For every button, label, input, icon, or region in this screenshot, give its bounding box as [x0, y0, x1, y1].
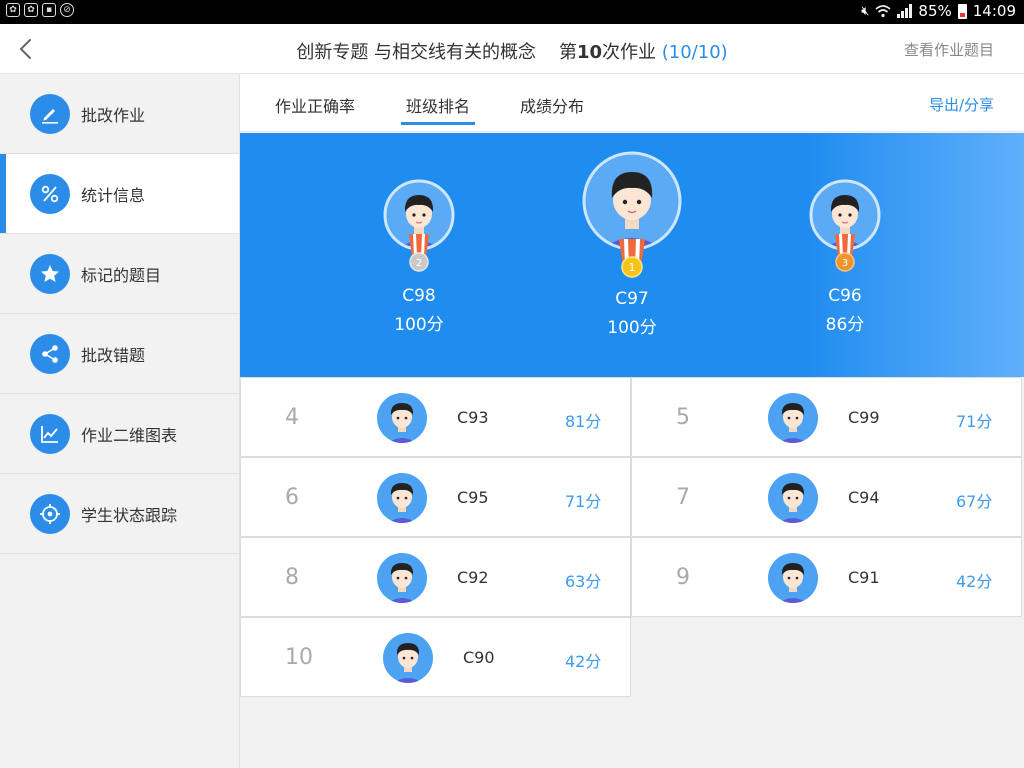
avatar — [377, 553, 427, 607]
ranking-row[interactable]: 4 C93 81分 — [240, 377, 631, 457]
tab-score-distribution[interactable]: 成绩分布 — [520, 93, 584, 117]
line-chart-icon — [30, 413, 70, 454]
podium-first-name: C97 — [615, 289, 649, 309]
battery-percent: 85% — [918, 2, 952, 20]
sidebar-item-label: 作业二维图表 — [81, 425, 178, 445]
student-score: 67分 — [956, 492, 993, 511]
rank-number: 7 — [676, 485, 690, 510]
ranking-row[interactable]: 10 C90 42分 — [240, 617, 631, 697]
page-title: 创新专题 与相交线有关的概念 第10次作业 (10/10) — [0, 38, 1024, 64]
active-tab-indicator — [401, 122, 475, 125]
rank-number: 10 — [285, 645, 313, 670]
battery-icon — [957, 3, 967, 19]
app-header: 创新专题 与相交线有关的概念 第10次作业 (10/10) 查看作业题目 — [0, 24, 1024, 74]
student-name: C99 — [848, 408, 880, 427]
sidebar-item-student-tracking[interactable]: 学生状态跟踪 — [0, 474, 239, 554]
share-icon — [30, 333, 70, 374]
top-three-podium: 2 C98 100分 1 C97 100分 3 C96 86分 — [240, 133, 1024, 377]
title-topic: 创新专题 与相交线有关的概念 — [296, 42, 537, 63]
pencil-icon — [30, 93, 70, 134]
sidebar: 批改作业 统计信息 标记的题目 批改错题 作业二维图表 学生状态跟踪 — [0, 74, 240, 768]
student-name: C92 — [457, 568, 489, 587]
mute-icon: 🔇︎ — [861, 3, 870, 19]
tab-accuracy[interactable]: 作业正确率 — [275, 93, 355, 117]
avatar: 3 — [808, 178, 882, 274]
avatar: 2 — [382, 178, 456, 274]
svg-text:1: 1 — [629, 261, 636, 274]
ranking-row[interactable]: 8 C92 63分 — [240, 537, 631, 617]
student-score: 71分 — [565, 492, 602, 511]
avatar — [768, 553, 818, 607]
view-questions-button[interactable]: 查看作业题目 — [904, 39, 994, 60]
student-name: C95 — [457, 488, 489, 507]
avatar: 1 — [579, 151, 685, 279]
podium-third[interactable]: 3 C96 86分 — [800, 178, 890, 335]
rank-number: 8 — [285, 565, 299, 590]
student-name: C91 — [848, 568, 880, 587]
sidebar-item-marked-questions[interactable]: 标记的题目 — [0, 234, 239, 314]
podium-first-score: 100分 — [607, 318, 657, 338]
student-score: 81分 — [565, 412, 602, 431]
title-assignment-number: 10 — [576, 42, 603, 63]
podium-third-score: 86分 — [825, 315, 865, 335]
ranking-row[interactable]: 6 C95 71分 — [240, 457, 631, 537]
podium-third-name: C96 — [828, 286, 862, 306]
sidebar-item-label: 批改作业 — [81, 105, 146, 125]
sidebar-item-statistics[interactable]: 统计信息 — [0, 154, 239, 234]
signal-icon — [897, 4, 913, 18]
podium-second[interactable]: 2 C98 100分 — [374, 178, 464, 335]
tab-class-ranking[interactable]: 班级排名 — [406, 93, 470, 117]
student-name: C94 — [848, 488, 880, 507]
status-bar: ✿ ✿ ▪ ⊘ 🔇︎ 85% 14:09 — [0, 0, 1024, 24]
app-notification-icon: ✿ — [24, 3, 38, 17]
rank-number: 5 — [676, 405, 690, 430]
app-notification-icon: ✿ — [6, 3, 20, 17]
student-name: C90 — [463, 648, 495, 667]
sidebar-item-homework-chart[interactable]: 作业二维图表 — [0, 394, 239, 474]
title-assignment-pre: 第 — [558, 42, 577, 63]
ranking-row[interactable]: 9 C91 42分 — [631, 537, 1022, 617]
rank-number: 6 — [285, 485, 299, 510]
percent-icon — [30, 173, 70, 214]
rank-number: 4 — [285, 405, 299, 430]
notification-icons: ✿ ✿ ▪ ⊘ — [6, 3, 74, 17]
tab-bar: 作业正确率 班级排名 成绩分布 导出/分享 — [240, 74, 1024, 132]
student-score: 42分 — [565, 652, 602, 671]
star-icon — [30, 253, 70, 294]
svg-text:3: 3 — [842, 258, 848, 269]
avatar — [377, 393, 427, 447]
title-assignment-post: 次作业 — [602, 42, 657, 63]
student-score: 71分 — [956, 412, 993, 431]
avatar — [768, 393, 818, 447]
ranking-row[interactable]: 7 C94 67分 — [631, 457, 1022, 537]
wifi-icon — [875, 5, 891, 18]
sidebar-item-label: 学生状态跟踪 — [81, 505, 178, 525]
avatar — [768, 473, 818, 527]
save-notification-icon: ▪ — [42, 3, 56, 17]
system-icons: 🔇︎ 85% 14:09 — [861, 2, 1016, 20]
sidebar-item-label: 标记的题目 — [81, 265, 162, 285]
blocked-notification-icon: ⊘ — [60, 3, 74, 17]
podium-first[interactable]: 1 C97 100分 — [579, 151, 685, 338]
svg-text:2: 2 — [416, 258, 422, 269]
avatar — [383, 633, 433, 687]
sidebar-item-label: 统计信息 — [81, 185, 146, 205]
podium-second-score: 100分 — [394, 315, 444, 335]
sidebar-item-grade-homework[interactable]: 批改作业 — [0, 74, 239, 154]
clock: 14:09 — [972, 2, 1016, 20]
title-submission-count: (10/10) — [661, 42, 728, 63]
student-name: C93 — [457, 408, 489, 427]
avatar — [377, 473, 427, 527]
export-share-button[interactable]: 导出/分享 — [929, 94, 994, 115]
student-score: 63分 — [565, 572, 602, 591]
ranking-row[interactable]: 5 C99 71分 — [631, 377, 1022, 457]
student-score: 42分 — [956, 572, 993, 591]
rank-number: 9 — [676, 565, 690, 590]
sidebar-item-label: 批改错题 — [81, 345, 146, 365]
target-icon — [30, 493, 70, 534]
podium-second-name: C98 — [402, 286, 436, 306]
sidebar-item-grade-mistakes[interactable]: 批改错题 — [0, 314, 239, 394]
